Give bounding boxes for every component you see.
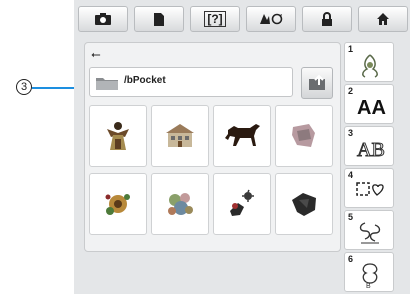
category-1-button[interactable]: 1 (344, 42, 394, 82)
category-number: 6 (348, 254, 354, 264)
pattern-cell-angel[interactable] (89, 105, 147, 167)
lock-icon (322, 11, 332, 26)
folder-icon (96, 78, 118, 90)
scroll-motif-icon (359, 222, 381, 244)
pattern-cell-floral-cluster[interactable] (151, 173, 209, 235)
monogram-icon: B (362, 263, 378, 289)
path-field: /bPocket (89, 67, 293, 97)
pattern-cell-leaf[interactable] (275, 105, 333, 167)
document-icon (154, 12, 164, 26)
bird-flower-pattern-icon (230, 189, 254, 216)
camera-icon (95, 13, 111, 25)
floral-motif-icon (362, 54, 378, 78)
lock-button[interactable] (302, 6, 352, 32)
pattern-cell-house[interactable] (151, 105, 209, 167)
category-3-button[interactable]: 3 AB (344, 126, 394, 166)
category-6-button[interactable]: 6 B (344, 252, 394, 292)
pattern-cell-flower[interactable] (89, 173, 147, 235)
callout-number: 3 (20, 81, 28, 93)
path-text: /bPocket (124, 75, 166, 86)
folder-up-icon (309, 74, 325, 90)
category-number: 5 (348, 212, 354, 222)
angel-pattern-icon (107, 122, 129, 150)
machine-screen: [?] ⭠ /bPocket 1 2 AA 3 AB 4 5 6 B (74, 0, 410, 294)
flower-pattern-icon (105, 194, 130, 215)
category-column: 1 2 AA 3 AB 4 5 6 B (344, 42, 410, 294)
leaf-pattern-icon (292, 124, 315, 147)
category-2-button[interactable]: 2 AA (344, 84, 394, 124)
callout-marker: 3 (16, 79, 32, 95)
settings-button[interactable] (246, 6, 296, 32)
svg-text:B: B (366, 283, 371, 289)
category-number: 1 (348, 44, 354, 54)
camera-button[interactable] (78, 6, 128, 32)
frame-shapes-icon (356, 182, 384, 196)
decorative-alphabet-icon: AB (357, 139, 386, 162)
pattern-cell-horse[interactable] (213, 105, 271, 167)
help-icon: [?] (204, 11, 226, 27)
category-number: 4 (348, 170, 354, 180)
settings-icon (260, 13, 283, 25)
usb-icon: ⭠ (91, 47, 101, 61)
category-number: 2 (348, 86, 354, 96)
horse-pattern-icon (225, 124, 260, 146)
folder-up-button[interactable] (301, 67, 333, 99)
alphabet-icon: AA (357, 97, 386, 119)
file-browser-panel: ⭠ /bPocket (84, 42, 341, 252)
floral-cluster-pattern-icon (168, 193, 193, 215)
category-4-button[interactable]: 4 (344, 168, 394, 208)
leaf-dark-pattern-icon (292, 193, 316, 216)
category-5-button[interactable]: 5 (344, 210, 394, 250)
home-icon (377, 13, 389, 25)
pattern-cell-bird-flower[interactable] (213, 173, 271, 235)
help-button[interactable]: [?] (190, 6, 240, 32)
top-toolbar: [?] (78, 6, 410, 34)
document-button[interactable] (134, 6, 184, 32)
pattern-cell-leaf-dark[interactable] (275, 173, 333, 235)
home-button[interactable] (358, 6, 408, 32)
category-number: 3 (348, 128, 354, 138)
house-pattern-icon (166, 124, 194, 147)
